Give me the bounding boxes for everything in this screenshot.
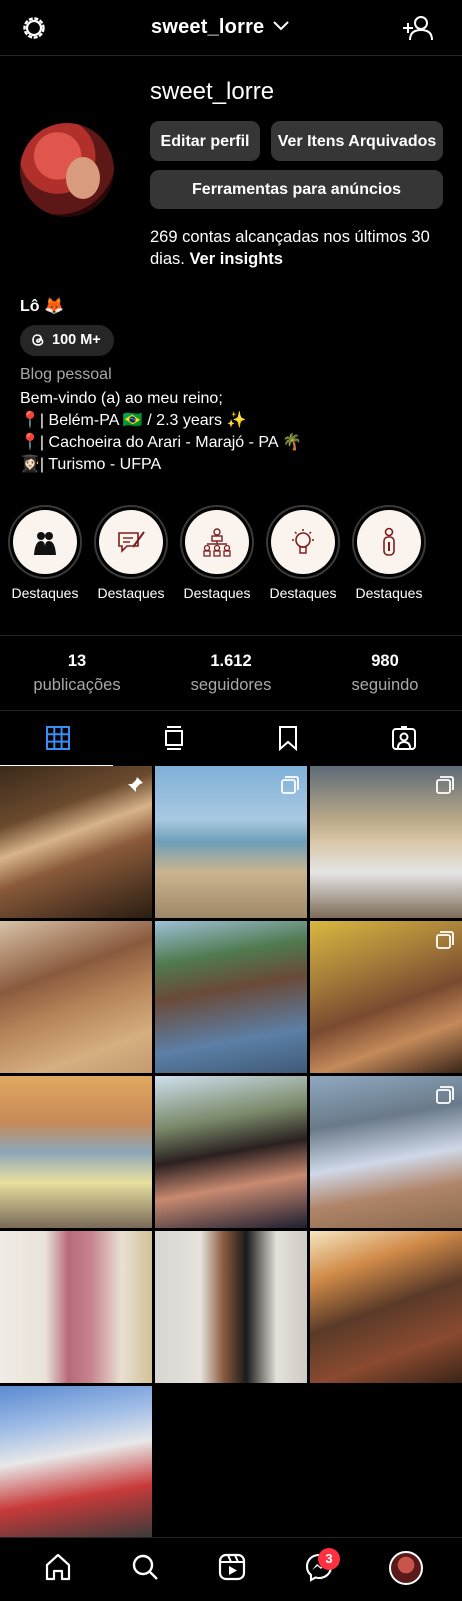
- bottom-nav: 3: [0, 1537, 462, 1601]
- header-username[interactable]: sweet_lorre: [151, 16, 264, 39]
- stat-following[interactable]: 980 seguindo: [315, 652, 455, 695]
- home-icon[interactable]: [43, 1552, 73, 1582]
- profile-category: Blog pessoal: [20, 366, 112, 383]
- pin-icon: [128, 777, 143, 792]
- search-icon[interactable]: [130, 1552, 160, 1582]
- highlight-label: Destaques: [183, 585, 251, 601]
- highlight-item[interactable]: Destaques: [8, 505, 82, 601]
- edit-profile-button[interactable]: Editar perfil: [150, 121, 260, 161]
- threads-count: 100 M+: [52, 332, 101, 348]
- threads-icon: [32, 334, 44, 346]
- reels-icon[interactable]: [161, 725, 187, 751]
- divider: [0, 710, 462, 711]
- post-thumbnail[interactable]: [0, 766, 152, 918]
- carousel-icon: [436, 776, 454, 794]
- reach-summary: 269 contas alcançadas nos últimos 30 dia…: [150, 226, 450, 270]
- bio-line: 👩🏻‍🎓| Turismo - UFPA: [20, 456, 162, 473]
- grid-icon[interactable]: [45, 725, 71, 751]
- highlight-item[interactable]: Destaques: [180, 505, 254, 601]
- post-thumbnail[interactable]: [310, 921, 462, 1073]
- stat-label: seguindo: [351, 676, 419, 694]
- stat-label: seguidores: [190, 676, 272, 694]
- post-thumbnail[interactable]: [155, 1231, 307, 1383]
- bio-line: Bem-vindo (a) ao meu reino;: [20, 390, 223, 407]
- post-thumbnail[interactable]: [155, 766, 307, 918]
- profile-username: sweet_lorre: [150, 78, 275, 105]
- divider: [0, 635, 462, 636]
- post-thumbnail[interactable]: [155, 921, 307, 1073]
- settings-gear-icon[interactable]: [20, 14, 48, 42]
- people-network-icon: [203, 528, 231, 557]
- post-thumbnail[interactable]: [0, 1231, 152, 1383]
- highlight-item[interactable]: Destaques: [352, 505, 426, 601]
- highlight-label: Destaques: [269, 585, 337, 601]
- highlight-label: Destaques: [97, 585, 165, 601]
- post-thumbnail[interactable]: [0, 1076, 152, 1228]
- insights-link[interactable]: Ver insights: [189, 250, 283, 268]
- archive-button[interactable]: Ver Itens Arquivados: [271, 121, 443, 161]
- ad-tools-button[interactable]: Ferramentas para anúncios: [150, 170, 443, 209]
- highlight-item[interactable]: Destaques: [94, 505, 168, 601]
- post-thumbnail[interactable]: [310, 1231, 462, 1383]
- tagged-icon[interactable]: [391, 725, 417, 751]
- profile-name: Lô 🦊: [20, 298, 64, 315]
- person-info-icon: [383, 527, 395, 556]
- carousel-icon: [281, 776, 299, 794]
- chevron-down-icon[interactable]: [272, 19, 290, 33]
- carousel-icon: [436, 931, 454, 949]
- post-thumbnail[interactable]: [155, 1076, 307, 1228]
- reels-nav-icon[interactable]: [217, 1552, 247, 1582]
- highlight-item[interactable]: Destaques: [266, 505, 340, 601]
- messages-badge: 3: [318, 1548, 340, 1570]
- stat-value: 980: [371, 652, 399, 670]
- bio-line: 📍| Cachoeira do Arari - Marajó - PA 🌴: [20, 434, 303, 451]
- stat-label: publicações: [33, 676, 121, 694]
- highlight-label: Destaques: [355, 585, 423, 601]
- stat-value: 1.612: [210, 652, 252, 670]
- stat-posts[interactable]: 13 publicações: [7, 652, 147, 695]
- profile-avatar-nav[interactable]: [389, 1551, 423, 1585]
- pen-chat-icon: [118, 531, 145, 553]
- top-bar: sweet_lorre: [0, 0, 462, 56]
- highlight-label: Destaques: [11, 585, 79, 601]
- profile-avatar[interactable]: [20, 123, 114, 217]
- bio-line: 📍| Belém-PA 🇧🇷 / 2.3 years ✨: [20, 412, 247, 429]
- lightbulb-icon: [292, 529, 314, 554]
- add-person-icon[interactable]: [402, 14, 434, 42]
- post-thumbnail[interactable]: [310, 1076, 462, 1228]
- post-thumbnail[interactable]: [310, 766, 462, 918]
- threads-badge[interactable]: 100 M+: [20, 325, 114, 356]
- stat-value: 13: [67, 652, 87, 670]
- saved-icon[interactable]: [275, 725, 301, 751]
- post-thumbnail[interactable]: [0, 921, 152, 1073]
- stat-followers[interactable]: 1.612 seguidores: [161, 652, 301, 695]
- carousel-icon: [436, 1086, 454, 1104]
- couple-icon: [34, 532, 56, 555]
- post-thumbnail[interactable]: [0, 1386, 152, 1538]
